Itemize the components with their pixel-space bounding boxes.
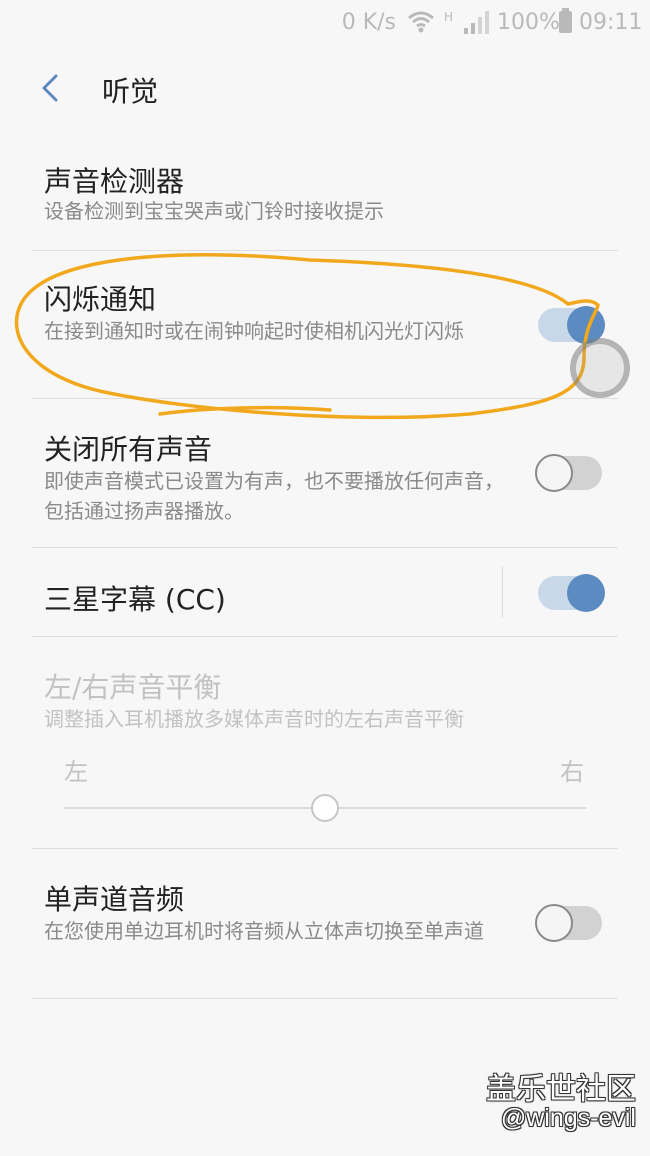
header: 听觉 [0, 58, 650, 122]
setting-mono-audio[interactable]: 单声道音频 在您使用单边耳机时将音频从立体声切换至单声道 [0, 872, 650, 998]
touch-indicator [570, 338, 630, 398]
setting-description: 在您使用单边耳机时将音频从立体声切换至单声道 [44, 919, 484, 943]
toggle-knob [567, 574, 605, 612]
setting-title: 三星字幕 (CC) [44, 583, 226, 616]
setting-description: 即使声音模式已设置为有声，也不要播放任何声音，包括通过扬声器播放。 [44, 469, 504, 523]
battery-icon [559, 8, 572, 33]
setting-title: 关闭所有声音 [44, 433, 213, 466]
divider [32, 998, 618, 999]
setting-title: 单声道音频 [44, 883, 185, 916]
divider [32, 250, 618, 251]
watermark-user: @wings-evil [500, 1104, 636, 1132]
mono-audio-toggle[interactable] [535, 904, 602, 942]
setting-samsung-captions[interactable]: 三星字幕 (CC) [0, 548, 650, 636]
battery-percent: 100% [497, 10, 560, 35]
status-bar: 0 K/s H 100% 09:11 [0, 0, 650, 48]
balance-right-label: 右 [560, 758, 584, 786]
setting-flash-notification[interactable]: 闪烁通知 在接到通知时或在闹钟响起时使相机闪光灯闪烁 [0, 274, 650, 398]
divider [32, 848, 618, 849]
samsung-captions-toggle[interactable] [538, 574, 605, 612]
balance-left-label: 左 [64, 758, 88, 786]
setting-description: 调整插入耳机播放多媒体声音时的左右声音平衡 [44, 707, 464, 731]
clock: 09:11 [579, 10, 643, 35]
back-arrow-icon[interactable] [38, 70, 62, 106]
wifi-icon [408, 11, 434, 33]
setting-sound-detector[interactable]: 声音检测器 设备检测到宝宝哭声或门铃时接收提示 [0, 150, 650, 250]
signal-icon [464, 11, 489, 34]
mute-all-sounds-toggle[interactable] [535, 454, 602, 492]
network-type: H [444, 10, 454, 24]
setting-description: 在接到通知时或在闹钟响起时使相机闪光灯闪烁 [44, 319, 464, 343]
flash-notification-toggle[interactable] [538, 306, 605, 344]
setting-mute-all-sounds[interactable]: 关闭所有声音 即使声音模式已设置为有声，也不要播放任何声音，包括通过扬声器播放。 [0, 422, 650, 547]
watermark-community: 盖乐世社区 [486, 1073, 636, 1106]
setting-title: 声音检测器 [44, 165, 185, 198]
network-speed: 0 K/s [341, 10, 396, 35]
vertical-divider [502, 566, 503, 618]
page-title: 听觉 [102, 75, 159, 108]
divider [32, 398, 618, 399]
divider [32, 636, 618, 637]
setting-title: 左/右声音平衡 [44, 671, 222, 704]
setting-sound-balance: 左/右声音平衡 调整插入耳机播放多媒体声音时的左右声音平衡 左 右 [0, 660, 650, 848]
toggle-knob [535, 904, 573, 942]
setting-description: 设备检测到宝宝哭声或门铃时接收提示 [44, 199, 384, 223]
toggle-knob [535, 454, 573, 492]
balance-slider-thumb [311, 794, 339, 822]
setting-title: 闪烁通知 [44, 283, 157, 316]
